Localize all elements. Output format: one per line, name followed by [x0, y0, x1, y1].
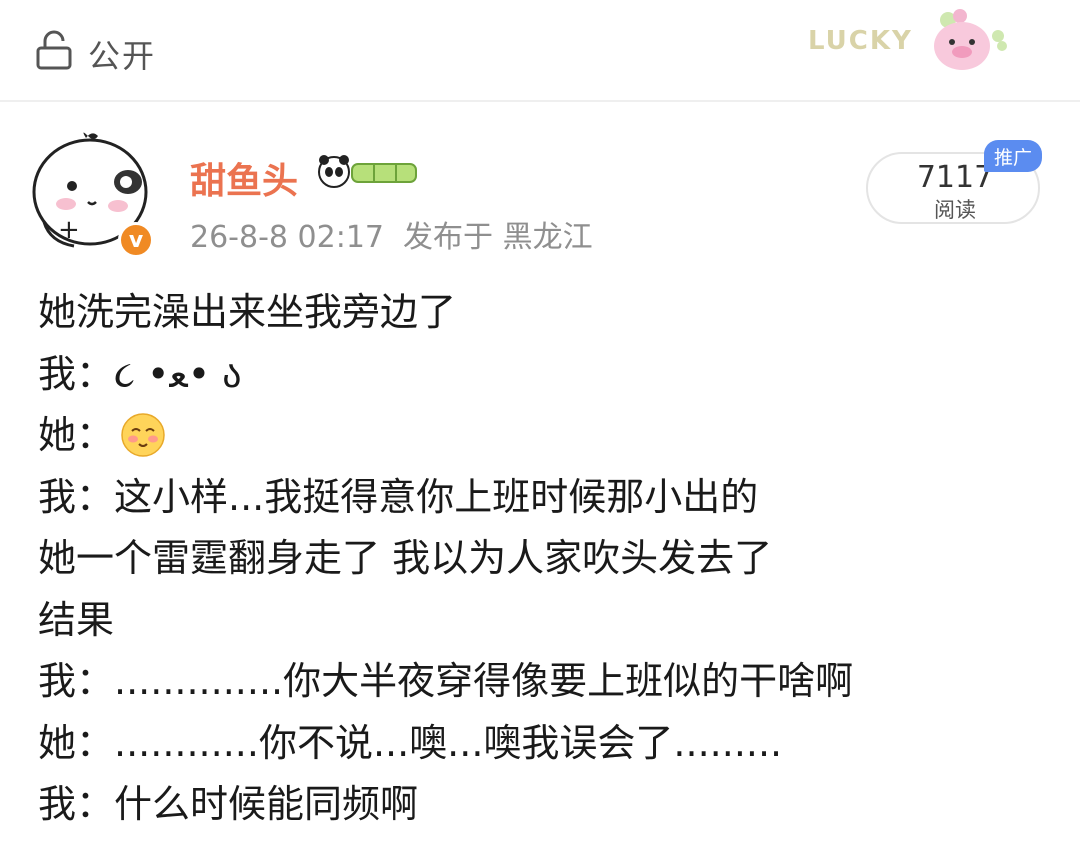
lucky-sticker: LUCKY — [800, 6, 1010, 78]
pig-sticker-icon — [934, 9, 1007, 70]
post-body: 她洗完澡出来坐我旁边了 我：૮ •ﻌ• ა 她： 我：这小样...我挺得意你上班… — [38, 282, 1058, 836]
post-line: 她洗完澡出来坐我旁边了 — [38, 290, 457, 334]
post-line: 我：这小样...我挺得意你上班时候那小出的 — [38, 474, 759, 519]
post-line: 结果 — [38, 597, 115, 642]
post-line-with-emoji: 她： — [38, 405, 1058, 467]
post-line: 她：............你不说...噢...噢我误会了......... — [38, 720, 783, 765]
username[interactable]: 甜鱼头 — [190, 152, 298, 204]
read-label: 阅读 — [934, 198, 976, 222]
post-line: 她一个雷霆翻身走了 我以为人家吹头发去了 — [38, 536, 773, 580]
post-line: 我：..............你大半夜穿得像要上班似的干啥啊 — [38, 659, 854, 703]
top-bar: 公开 LUCKY — [0, 0, 1080, 102]
post-meta: 26-8-8 02:17 发布于 黑龙江 — [190, 220, 593, 255]
visibility-label[interactable]: 公开 — [88, 31, 156, 77]
post-line: 我：什么时候能同频啊 — [38, 782, 419, 826]
promo-badge[interactable]: 推广 — [984, 140, 1042, 172]
verified-badge-icon: v — [118, 222, 154, 258]
lucky-sticker-text: LUCKY — [808, 26, 913, 56]
blushing-face-emoji-icon — [121, 412, 165, 457]
post-line-text: 她： — [38, 413, 115, 457]
post-line: 我：૮ •ﻌ• ა — [38, 351, 242, 396]
lock-icon — [36, 30, 72, 70]
svg-text:+: + — [58, 215, 80, 245]
panda-bamboo-icon — [318, 155, 417, 188]
